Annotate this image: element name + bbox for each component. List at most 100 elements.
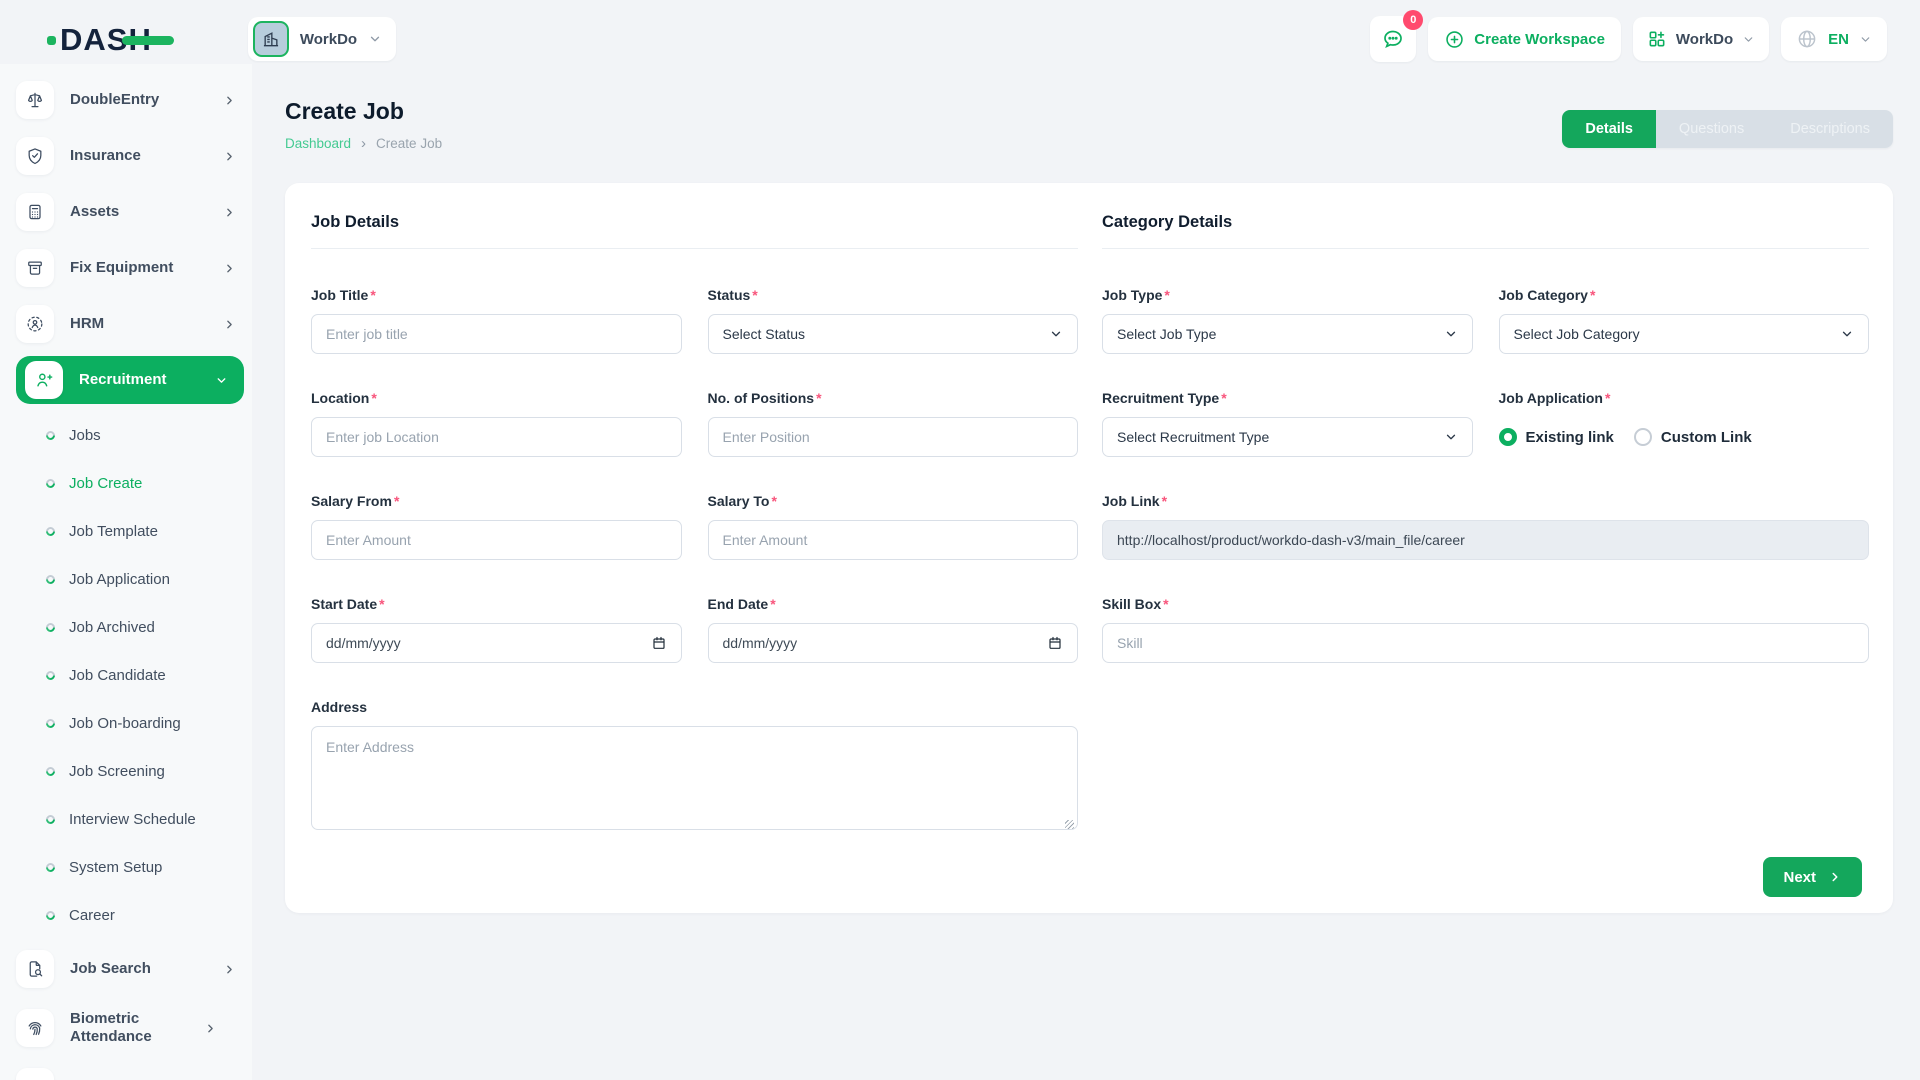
language-selector[interactable]: EN — [1781, 17, 1887, 61]
status-label: Status* — [708, 287, 1079, 304]
fingerprint-icon — [16, 1009, 54, 1047]
radio-selected-icon — [1499, 428, 1517, 446]
job-title-label: Job Title* — [311, 287, 682, 304]
recruitment-type-select[interactable]: Select Recruitment Type — [1102, 417, 1473, 457]
address-label: Address — [311, 699, 1078, 716]
radio-unselected-icon — [1634, 428, 1652, 446]
tab-details[interactable]: Details — [1562, 110, 1656, 148]
chevron-down-icon — [1444, 327, 1458, 341]
sidebar-item-job-onboarding[interactable]: Job On-boarding — [16, 699, 252, 747]
job-application-field: Job Application* Existing link Custom Li… — [1499, 390, 1870, 457]
grid-plus-icon — [1647, 29, 1667, 49]
archive-box-icon — [16, 249, 54, 287]
tab-questions[interactable]: Questions — [1656, 110, 1767, 148]
job-title-input[interactable] — [311, 314, 682, 354]
job-type-field: Job Type* Select Job Type — [1102, 287, 1473, 354]
chevron-down-icon — [1049, 327, 1063, 341]
sidebar-item-system-setup[interactable]: System Setup — [16, 843, 252, 891]
sidebar-item-job-template[interactable]: Job Template — [16, 507, 252, 555]
address-field: Address — [311, 699, 1078, 835]
custom-link-radio[interactable]: Custom Link — [1634, 428, 1752, 446]
sidebar-item-doubleentry[interactable]: DoubleEntry — [16, 72, 252, 128]
address-textarea[interactable] — [311, 726, 1078, 830]
sidebar-item-fix-equipment[interactable]: Fix Equipment — [16, 240, 252, 296]
sidebar-item-procurement[interactable]: Procurement — [16, 1059, 252, 1080]
end-date-field: End Date* dd/mm/yyyy — [708, 596, 1079, 663]
chevron-down-icon — [368, 32, 382, 46]
document-search-icon — [16, 950, 54, 988]
sidebar-item-job-application[interactable]: Job Application — [16, 555, 252, 603]
chevron-down-icon — [1444, 430, 1458, 444]
workspace-name: WorkDo — [300, 31, 357, 48]
positions-label: No. of Positions* — [708, 390, 1079, 407]
workspace-avatar — [253, 21, 289, 57]
skill-input[interactable] — [1102, 623, 1869, 663]
sidebar-item-hrm[interactable]: HRM — [16, 296, 252, 352]
scales-icon — [16, 81, 54, 119]
sidebar-item-recruitment[interactable]: Recruitment — [16, 356, 244, 404]
calendar-icon — [1047, 635, 1063, 651]
salary-to-input[interactable] — [708, 520, 1079, 560]
chevron-right-icon — [223, 963, 236, 976]
salary-from-label: Salary From* — [311, 493, 682, 510]
workdo-app-menu[interactable]: WorkDo — [1633, 17, 1769, 61]
logo-dot — [47, 36, 56, 45]
sidebar-item-job-create[interactable]: Job Create — [16, 459, 252, 507]
job-type-label: Job Type* — [1102, 287, 1473, 304]
sidebar-item-job-candidate[interactable]: Job Candidate — [16, 651, 252, 699]
job-category-label: Job Category* — [1499, 287, 1870, 304]
job-category-select[interactable]: Select Job Category — [1499, 314, 1870, 354]
bullet-icon — [44, 909, 57, 922]
location-label: Location* — [311, 390, 682, 407]
step-tabs: Details Questions Descriptions — [1562, 110, 1893, 148]
sidebar-item-biometric-attendance[interactable]: Biometric Attendance — [16, 997, 252, 1059]
bullet-icon — [44, 525, 57, 538]
location-field: Location* — [311, 390, 682, 457]
workspace-switcher[interactable]: WorkDo — [248, 17, 396, 61]
skill-box-field: Skill Box* — [1102, 596, 1869, 663]
tab-descriptions[interactable]: Descriptions — [1767, 110, 1893, 148]
next-button[interactable]: Next — [1763, 857, 1862, 897]
chevron-right-icon — [223, 206, 236, 219]
salary-from-input[interactable] — [311, 520, 682, 560]
existing-link-radio[interactable]: Existing link — [1499, 428, 1614, 446]
dash-logo: DASH — [60, 24, 152, 55]
job-link-value: http://localhost/product/workdo-dash-v3/… — [1102, 520, 1869, 560]
messages-button[interactable]: 0 — [1370, 16, 1416, 62]
status-select[interactable]: Select Status — [708, 314, 1079, 354]
bullet-icon — [44, 861, 57, 874]
salary-from-field: Salary From* — [311, 493, 682, 560]
start-date-label: Start Date* — [311, 596, 682, 613]
create-job-card: Job Details Job Title* Status* Select St… — [285, 183, 1893, 913]
building-icon — [261, 29, 281, 49]
chevron-right-icon — [204, 1022, 217, 1035]
breadcrumb-dashboard-link[interactable]: Dashboard — [285, 136, 351, 151]
job-type-select[interactable]: Select Job Type — [1102, 314, 1473, 354]
bullet-icon — [44, 765, 57, 778]
location-input[interactable] — [311, 417, 682, 457]
chevron-down-icon — [1742, 33, 1755, 46]
sidebar-item-job-archived[interactable]: Job Archived — [16, 603, 252, 651]
sidebar-item-career[interactable]: Career — [16, 891, 252, 939]
chevron-down-icon — [215, 374, 228, 387]
job-category-field: Job Category* Select Job Category — [1499, 287, 1870, 354]
sidebar-item-job-search[interactable]: Job Search — [16, 941, 252, 997]
end-date-input[interactable]: dd/mm/yyyy — [708, 623, 1079, 663]
bullet-icon — [44, 573, 57, 586]
chevron-right-icon — [223, 318, 236, 331]
sidebar-item-jobs[interactable]: Jobs — [16, 411, 252, 459]
create-workspace-button[interactable]: Create Workspace — [1428, 17, 1621, 61]
chevron-right-icon — [1828, 870, 1842, 884]
end-date-label: End Date* — [708, 596, 1079, 613]
logo-bar — [122, 36, 174, 45]
positions-input[interactable] — [708, 417, 1079, 457]
sidebar: DoubleEntry Insurance Assets Fix Equipme… — [0, 64, 252, 1080]
sidebar-item-assets[interactable]: Assets — [16, 184, 252, 240]
chevron-right-icon — [223, 150, 236, 163]
breadcrumb-separator: › — [361, 136, 366, 151]
start-date-input[interactable]: dd/mm/yyyy — [311, 623, 682, 663]
sidebar-item-insurance[interactable]: Insurance — [16, 128, 252, 184]
sidebar-item-interview-schedule[interactable]: Interview Schedule — [16, 795, 252, 843]
chevron-down-icon — [1840, 327, 1854, 341]
sidebar-item-job-screening[interactable]: Job Screening — [16, 747, 252, 795]
